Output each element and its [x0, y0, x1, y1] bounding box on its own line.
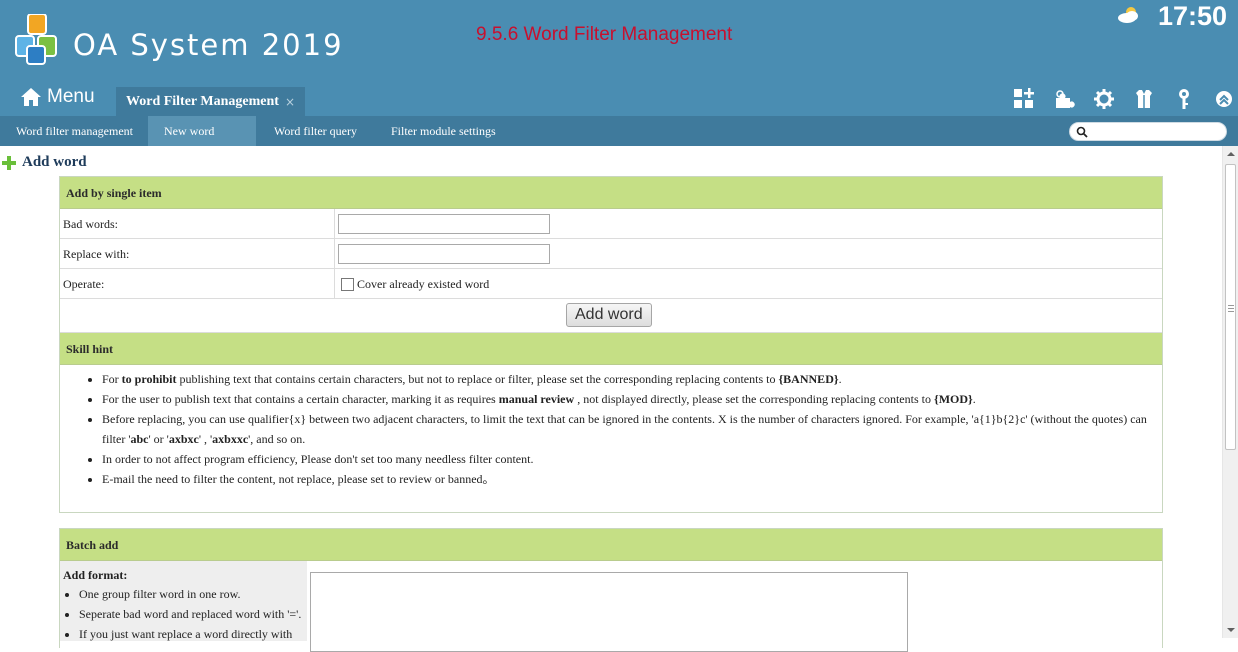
format-item: If you just want replace a word directly…: [79, 624, 304, 644]
batch-body: Add format: One group filter word in one…: [60, 561, 1162, 652]
batch-format-help: Add format: One group filter word in one…: [60, 561, 307, 641]
sub-navigation: Word filter management New word filter W…: [0, 116, 1238, 168]
theme-shirt-icon[interactable]: [1133, 88, 1155, 110]
single-add-section-title: Add by single item: [60, 177, 1162, 209]
app-title: OA System 2019: [73, 28, 344, 62]
skill-hint-list: For to prohibit publishing text that con…: [60, 365, 1162, 489]
format-list: One group filter word in one row. Sepera…: [63, 584, 304, 644]
add-word-button[interactable]: Add word: [566, 303, 652, 327]
batch-add-panel: Batch add Add format: One group filter w…: [59, 528, 1163, 652]
subnav-new-word-filter[interactable]: New word filter: [148, 116, 256, 168]
cover-existing-checkbox[interactable]: [341, 278, 354, 291]
format-title: Add format:: [63, 568, 128, 582]
replace-with-label: Replace with:: [63, 247, 130, 261]
single-add-panel: Add by single item Bad words: Replace wi…: [59, 176, 1163, 513]
menu-button[interactable]: Menu: [20, 84, 95, 110]
page-heading: 9.5.6 Word Filter Management: [476, 24, 733, 45]
scroll-up-arrow-icon[interactable]: [1223, 146, 1238, 162]
search-icon: [1076, 126, 1088, 138]
batch-add-title: Batch add: [60, 529, 1162, 561]
subnav-word-filter-query[interactable]: Word filter query: [258, 116, 373, 146]
plus-icon: [2, 155, 16, 170]
hint-item: Before replacing, you can use qualifier{…: [102, 409, 1162, 449]
tab-label: Word Filter Management: [126, 93, 279, 109]
search-input[interactable]: [1092, 124, 1222, 139]
skill-hint-title: Skill hint: [60, 333, 1162, 365]
add-module-icon[interactable]: [1013, 88, 1035, 110]
hint-item: In order to not affect program efficienc…: [102, 449, 1162, 469]
key-icon[interactable]: [1173, 88, 1195, 110]
format-item: One group filter word in one row.: [79, 584, 304, 604]
add-word-heading: Add word: [2, 154, 87, 171]
hint-item: For to prohibit publishing text that con…: [102, 369, 1162, 389]
subnav-word-filter-management[interactable]: Word filter management: [0, 116, 149, 146]
oa-logo-icon: [15, 14, 57, 65]
operate-label: Operate:: [63, 277, 105, 291]
replace-with-row: Replace with:: [60, 239, 1162, 269]
bad-words-input[interactable]: [338, 214, 550, 234]
cover-existing-label: Cover already existed word: [357, 277, 490, 291]
partly-cloudy-icon[interactable]: [1117, 6, 1141, 24]
batch-words-textarea[interactable]: [310, 572, 908, 652]
scroll-down-arrow-icon[interactable]: [1223, 622, 1238, 638]
home-icon: [21, 88, 41, 106]
add-button-row: Add word: [60, 299, 1162, 333]
tab-word-filter-management[interactable]: Word Filter Management ×: [116, 87, 305, 116]
vertical-scrollbar[interactable]: [1222, 146, 1238, 638]
bad-words-row: Bad words:: [60, 209, 1162, 239]
format-item: Seperate bad word and replaced word with…: [79, 604, 304, 624]
clock: 17:50: [1158, 1, 1228, 31]
app-header: OA System 2019 9.5.6 Word Filter Managem…: [0, 0, 1238, 116]
replace-with-input[interactable]: [338, 244, 550, 264]
collapse-up-icon[interactable]: [1213, 88, 1235, 110]
bad-words-label: Bad words:: [63, 217, 118, 231]
tab-close-icon[interactable]: ×: [285, 95, 295, 109]
menu-label: Menu: [47, 86, 95, 107]
cover-existing-option[interactable]: Cover already existed word: [341, 277, 489, 292]
hint-item: For the user to publish text that contai…: [102, 389, 1162, 409]
operate-row: Operate: Cover already existed word: [60, 269, 1162, 299]
subnav-filter-module-settings[interactable]: Filter module settings: [375, 116, 512, 146]
settings-gear-icon[interactable]: [1093, 88, 1115, 110]
search-box[interactable]: [1069, 122, 1227, 141]
plugin-icon[interactable]: [1053, 88, 1075, 110]
hint-item: E-mail the need to filter the content, n…: [102, 469, 1162, 489]
scroll-thumb[interactable]: [1225, 164, 1236, 450]
